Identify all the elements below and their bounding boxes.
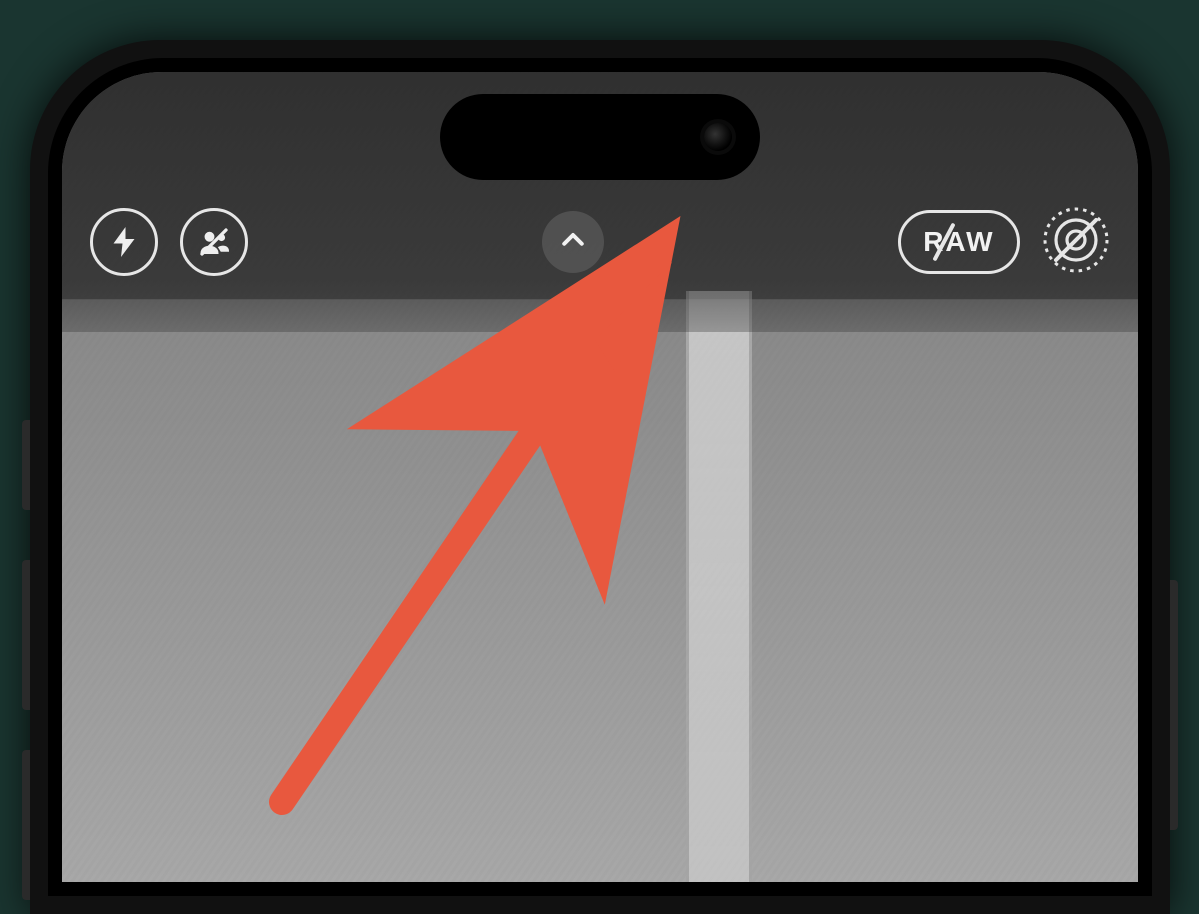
screen: RAW	[62, 72, 1138, 882]
camera-options-expand-button[interactable]	[542, 211, 604, 273]
side-button-volume-down	[22, 750, 30, 900]
shared-library-off-icon	[196, 224, 232, 260]
camera-top-toolbar: RAW	[62, 202, 1138, 282]
side-button-power	[1170, 580, 1178, 830]
flash-toggle-button[interactable]	[90, 208, 158, 276]
live-photo-off-icon	[1042, 206, 1110, 279]
phone-hardware-frame: RAW	[30, 40, 1170, 914]
shared-library-toggle-button[interactable]	[180, 208, 248, 276]
chevron-up-icon	[558, 225, 588, 260]
raw-toggle-button[interactable]: RAW	[898, 210, 1019, 274]
side-button-silent-switch	[22, 420, 30, 510]
toolbar-left-group	[90, 208, 248, 276]
front-camera-lens	[704, 123, 732, 151]
dynamic-island	[440, 94, 760, 180]
flash-icon	[106, 224, 142, 260]
phone-bezel: RAW	[48, 58, 1152, 896]
raw-label: RAW	[923, 226, 994, 258]
live-photo-toggle-button[interactable]	[1042, 208, 1110, 276]
side-button-volume-up	[22, 560, 30, 710]
toolbar-right-group: RAW	[898, 208, 1109, 276]
